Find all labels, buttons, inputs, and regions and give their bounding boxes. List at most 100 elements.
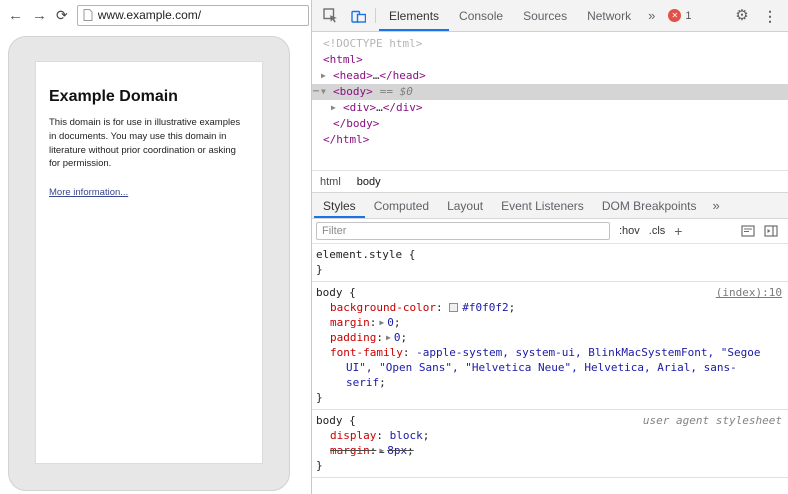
colon: : bbox=[376, 429, 383, 442]
more-tabs-button[interactable]: » bbox=[641, 0, 662, 31]
colon: : bbox=[370, 444, 377, 457]
property-value: block bbox=[390, 429, 423, 442]
browser-navbar: ← → ⟳ bbox=[0, 0, 311, 30]
more-actions-icon[interactable]: ⋯ bbox=[313, 84, 318, 100]
collapse-arrow-icon[interactable]: ▼ bbox=[321, 84, 333, 100]
breadcrumb-body[interactable]: body bbox=[357, 176, 381, 188]
shorthand-expand-icon[interactable]: ▶ bbox=[386, 333, 391, 342]
property-value: 0 bbox=[387, 316, 394, 329]
html-open-tag: <html> bbox=[323, 53, 363, 66]
url-input[interactable] bbox=[98, 8, 303, 23]
console-error-badge[interactable]: ✕ 1 bbox=[662, 0, 697, 31]
dom-node-html-close[interactable]: </html> bbox=[312, 132, 788, 148]
expand-arrow-icon[interactable]: ▶ bbox=[321, 68, 333, 84]
back-button[interactable]: ← bbox=[8, 8, 23, 23]
new-style-rule-button[interactable]: + bbox=[674, 224, 682, 238]
tab-event-listeners[interactable]: Event Listeners bbox=[492, 193, 593, 218]
dom-node-html-open[interactable]: <html> bbox=[312, 52, 788, 68]
devtools-pane: Elements Console Sources Network » ✕ 1 ⚙… bbox=[311, 0, 788, 494]
styles-filter-bar: :hov .cls + bbox=[312, 219, 788, 244]
inspect-element-button[interactable] bbox=[316, 0, 344, 31]
class-toggle[interactable]: .cls bbox=[649, 225, 666, 237]
dom-node-doctype[interactable]: <!DOCTYPE html> bbox=[312, 36, 788, 52]
dom-node-body-close[interactable]: </body> bbox=[312, 116, 788, 132]
tab-dom-breakpoints[interactable]: DOM Breakpoints bbox=[593, 193, 706, 218]
tab-network[interactable]: Network bbox=[577, 0, 641, 31]
rule-selector[interactable]: body bbox=[316, 414, 343, 427]
rule-selector[interactable]: element.style bbox=[316, 248, 402, 261]
css-property-background-color[interactable]: background-color: #f0f0f2; bbox=[316, 300, 772, 315]
error-icon: ✕ bbox=[668, 9, 681, 22]
collapsed-content-ellipsis: … bbox=[376, 101, 383, 114]
forward-button[interactable]: → bbox=[32, 8, 47, 23]
device-screen: Example Domain This domain is for use in… bbox=[35, 61, 263, 464]
html-close-tag: </html> bbox=[323, 133, 369, 146]
property-name: background-color bbox=[330, 301, 436, 314]
tab-layout[interactable]: Layout bbox=[438, 193, 492, 218]
styles-sidebar-tabs: Styles Computed Layout Event Listeners D… bbox=[312, 192, 788, 219]
tab-styles[interactable]: Styles bbox=[314, 193, 365, 218]
device-frame: Example Domain This domain is for use in… bbox=[8, 36, 290, 491]
rule-selector[interactable]: body bbox=[316, 286, 343, 299]
device-toolbar-button[interactable] bbox=[344, 0, 372, 31]
body-open-tag: <body> bbox=[333, 85, 373, 98]
property-name: padding bbox=[330, 331, 376, 344]
tab-sources[interactable]: Sources bbox=[513, 0, 577, 31]
css-property-margin-overridden[interactable]: margin:▶8px; bbox=[316, 443, 772, 458]
body-style-rule[interactable]: body { (index):10 background-color: #f0f… bbox=[312, 282, 788, 410]
toolbar-separator bbox=[375, 8, 376, 23]
expand-arrow-icon[interactable]: ▶ bbox=[331, 100, 343, 116]
tab-elements[interactable]: Elements bbox=[379, 0, 449, 31]
shorthand-expand-icon[interactable]: ▶ bbox=[379, 318, 384, 327]
property-value: #f0f0f2 bbox=[462, 301, 508, 314]
property-name: font-family bbox=[330, 346, 403, 359]
stylesheet-source-link[interactable]: (index):10 bbox=[716, 285, 782, 300]
semicolon: ; bbox=[423, 429, 430, 442]
more-sidebar-tabs-button[interactable]: » bbox=[706, 193, 727, 218]
close-brace: } bbox=[316, 263, 323, 276]
user-agent-style-rule[interactable]: body { user agent stylesheet display: bl… bbox=[312, 410, 788, 478]
device-toolbar-icon bbox=[351, 9, 366, 23]
semicolon: ; bbox=[407, 444, 414, 457]
kebab-menu-icon: ⋮ bbox=[763, 9, 777, 23]
sidebar-toggle-button[interactable] bbox=[764, 225, 778, 237]
shorthand-expand-icon[interactable]: ▶ bbox=[379, 446, 384, 455]
div-close-tag: </div> bbox=[383, 101, 423, 114]
colon: : bbox=[370, 316, 377, 329]
open-brace: { bbox=[349, 286, 356, 299]
overridden-declaration: margin:▶8px; bbox=[330, 444, 414, 457]
element-style-rule[interactable]: element.style { } bbox=[312, 244, 788, 282]
breadcrumb-html[interactable]: html bbox=[320, 176, 341, 188]
css-property-font-family[interactable]: font-family: -apple-system, system-ui, B… bbox=[316, 345, 772, 390]
inspect-cursor-icon bbox=[323, 8, 338, 23]
settings-button[interactable]: ⚙ bbox=[728, 0, 756, 31]
reload-button[interactable]: ⟳ bbox=[56, 8, 68, 22]
styles-filter-input[interactable] bbox=[316, 222, 610, 240]
elements-tree: <!DOCTYPE html> <html> ▶<head>…</head> ⋯… bbox=[312, 32, 788, 170]
hover-state-toggle[interactable]: :hov bbox=[619, 225, 640, 237]
semicolon: ; bbox=[379, 376, 386, 389]
css-property-display[interactable]: display: block; bbox=[316, 428, 772, 443]
url-bar[interactable] bbox=[77, 5, 309, 26]
devtools-menu-button[interactable]: ⋮ bbox=[756, 0, 784, 31]
stylesheet-origin-label: user agent stylesheet bbox=[643, 413, 782, 428]
browser-pane: ← → ⟳ Example Domain This domain is for … bbox=[0, 0, 311, 494]
property-name: margin bbox=[330, 316, 370, 329]
css-property-margin[interactable]: margin:▶0; bbox=[316, 315, 772, 330]
open-brace: { bbox=[409, 248, 416, 261]
gear-icon: ⚙ bbox=[735, 8, 748, 23]
css-property-padding[interactable]: padding:▶0; bbox=[316, 330, 772, 345]
dom-node-head[interactable]: ▶<head>…</head> bbox=[312, 68, 788, 84]
tab-computed[interactable]: Computed bbox=[365, 193, 438, 218]
semicolon: ; bbox=[509, 301, 516, 314]
dom-node-body[interactable]: ⋯▼<body>== $0 bbox=[312, 84, 788, 100]
computed-styles-button[interactable] bbox=[741, 225, 755, 237]
color-swatch[interactable] bbox=[449, 303, 458, 312]
close-brace: } bbox=[316, 459, 323, 472]
doctype-text: <!DOCTYPE html> bbox=[323, 37, 422, 50]
more-information-link[interactable]: More information... bbox=[49, 187, 128, 198]
property-name: margin bbox=[330, 444, 370, 457]
tab-console[interactable]: Console bbox=[449, 0, 513, 31]
dom-node-div[interactable]: ▶<div>…</div> bbox=[312, 100, 788, 116]
page-icon bbox=[83, 9, 93, 21]
